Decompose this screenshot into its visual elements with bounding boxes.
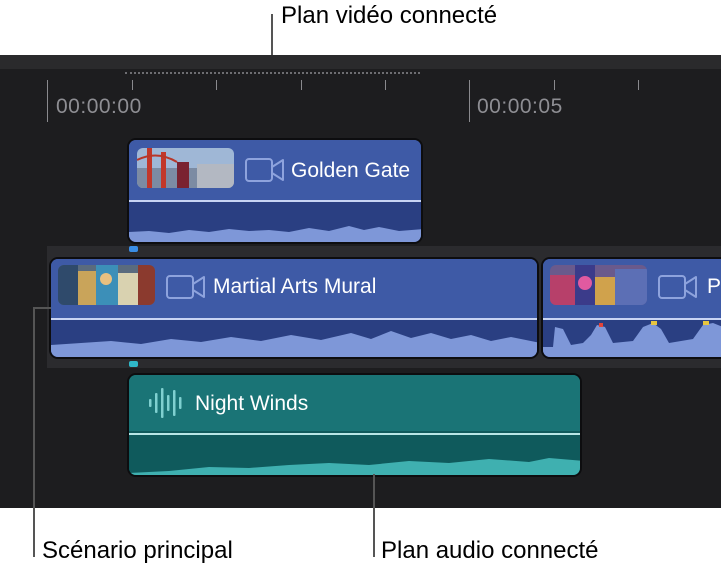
clip-title: Golden Gate — [291, 159, 411, 182]
clip-separator — [129, 200, 421, 202]
clip-thumbnail — [550, 265, 647, 305]
clip-separator — [51, 318, 537, 320]
audio-waveform — [129, 458, 580, 475]
clip-title: P — [707, 275, 721, 298]
primary-storyline-clip[interactable]: Martial Arts Mural — [49, 257, 539, 359]
timeline-top-bar — [0, 55, 721, 69]
audio-waveform-icon — [149, 388, 182, 418]
ruler-timecode-start: 00:00:00 — [56, 95, 142, 118]
audio-waveform — [543, 321, 721, 357]
connection-point-marker — [129, 246, 138, 252]
ruler-tick — [132, 80, 133, 90]
clip-thumbnail — [137, 148, 234, 188]
ruler-timecode-mid: 00:00:05 — [477, 95, 563, 118]
connected-video-clip[interactable]: Golden Gate — [127, 138, 423, 244]
primary-storyline-clip-2[interactable]: P — [541, 257, 721, 359]
ruler-tick — [554, 80, 555, 90]
connected-audio-clip[interactable]: Night Winds — [127, 373, 582, 477]
audio-waveform — [129, 226, 421, 242]
callout-connected-audio-leader — [373, 474, 375, 557]
video-camera-icon — [245, 158, 284, 182]
callout-primary-storyline-leader-h — [33, 307, 51, 309]
ruler-tick — [638, 80, 639, 90]
callout-connected-video-label: Plan vidéo connecté — [281, 2, 498, 29]
callout-primary-storyline-label: Scénario principal — [42, 537, 233, 564]
clip-thumbnail — [58, 265, 155, 305]
audio-waveform — [51, 331, 537, 357]
ruler-tick-major — [469, 80, 470, 122]
ruler-tick — [216, 80, 217, 90]
callout-connected-audio-label: Plan audio connecté — [381, 537, 599, 564]
clip-separator — [129, 433, 580, 435]
ruler-tick-major — [47, 80, 48, 122]
clip-title: Martial Arts Mural — [213, 275, 377, 298]
clip-title: Night Winds — [195, 392, 309, 415]
connection-point-marker — [129, 361, 138, 367]
callout-primary-storyline-leader-v — [33, 307, 35, 557]
ruler-tick — [301, 80, 302, 90]
ruler-range-indicator — [125, 72, 420, 74]
video-camera-icon — [166, 275, 205, 299]
video-camera-icon — [658, 275, 697, 299]
ruler-tick — [385, 80, 386, 90]
